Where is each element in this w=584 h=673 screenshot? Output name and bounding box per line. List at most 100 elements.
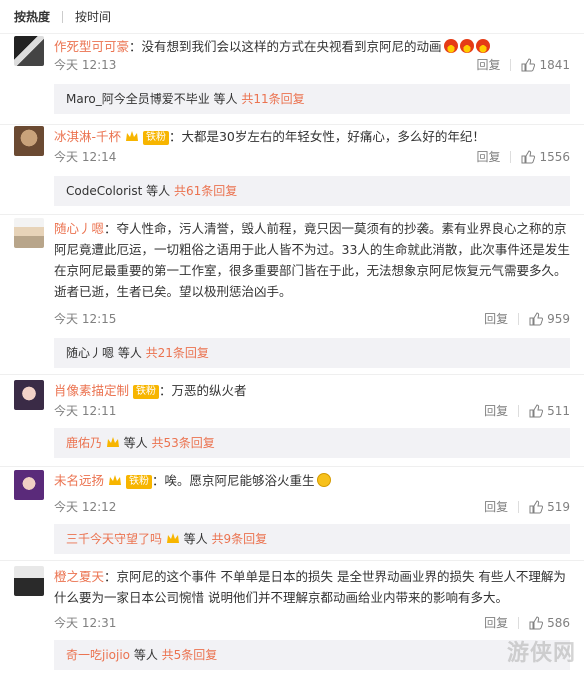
reply-username[interactable]: Maro_阿今全员博爱不毕业 — [66, 92, 210, 106]
sort-bar: 按热度 按时间 — [0, 0, 584, 34]
action-separator — [518, 500, 520, 513]
comment-username[interactable]: 未名远扬 — [54, 473, 104, 488]
comment-username[interactable]: 橙之夏天 — [54, 569, 104, 584]
like-button[interactable]: 511 — [529, 404, 570, 418]
comment-time: 今天 12:13 — [54, 58, 117, 72]
reply-etc: 等人 — [130, 648, 162, 662]
sad-face-emoji-icon — [316, 473, 331, 487]
action-separator — [518, 616, 520, 629]
reply-summary[interactable]: CodeColorist 等人 共61条回复 — [54, 176, 570, 206]
reply-username[interactable]: CodeColorist — [66, 184, 142, 198]
like-count: 586 — [547, 615, 570, 630]
avatar[interactable] — [14, 470, 44, 500]
crown-icon — [106, 437, 119, 447]
comment-text: ：唉。愿京阿尼能够浴火重生 — [151, 473, 315, 488]
comment-meta: 今天 12:14 回复 1556 — [54, 148, 570, 166]
fan-badge: 铁粉 — [142, 131, 169, 145]
thumbs-up-icon — [529, 615, 544, 629]
thumbs-up-icon — [529, 311, 544, 325]
like-count: 1556 — [539, 149, 570, 164]
comment-text: ：大都是30岁左右的年轻女性，好痛心，多么好的年纪！ — [168, 129, 485, 144]
reply-button[interactable]: 回复 — [484, 614, 508, 631]
comment-time: 今天 12:12 — [54, 500, 117, 514]
divider — [0, 124, 584, 125]
reply-total-link[interactable]: 共5条回复 — [162, 648, 218, 662]
reply-button[interactable]: 回复 — [484, 310, 508, 327]
reply-button[interactable]: 回复 — [484, 402, 508, 419]
fan-badge: 铁粉 — [125, 475, 152, 489]
action-separator — [510, 150, 512, 163]
like-button[interactable]: 1556 — [521, 150, 570, 164]
comment-username[interactable]: 作死型可可豪 — [54, 39, 129, 54]
comment-username[interactable]: 冰淇淋-千杯 — [54, 129, 121, 144]
like-count: 519 — [547, 499, 570, 514]
comment-time: 今天 12:15 — [54, 312, 117, 326]
avatar[interactable] — [14, 566, 44, 596]
reply-etc: 等人 — [114, 346, 146, 360]
reply-summary[interactable]: 随心丿嗯 等人 共21条回复 — [54, 338, 570, 368]
reply-etc: 等人 — [179, 532, 212, 546]
reply-total-link[interactable]: 共9条回复 — [211, 532, 267, 546]
reply-button[interactable]: 回复 — [476, 148, 500, 165]
action-separator — [518, 312, 520, 325]
sort-by-hot-tab[interactable]: 按热度 — [14, 8, 62, 25]
avatar[interactable] — [14, 36, 44, 66]
like-button[interactable]: 959 — [529, 312, 570, 326]
crown-icon — [109, 475, 121, 485]
site-watermark: 游侠网 — [506, 641, 576, 666]
like-count: 511 — [547, 403, 570, 418]
sort-by-time-tab[interactable]: 按时间 — [75, 8, 123, 25]
comment-time: 今天 12:31 — [54, 616, 117, 630]
avatar[interactable] — [14, 126, 44, 156]
reply-button[interactable]: 回复 — [476, 56, 500, 73]
reply-etc: 等人 — [209, 92, 242, 106]
reply-total-link[interactable]: 共11条回复 — [241, 92, 304, 106]
crown-icon — [126, 131, 138, 141]
thumbs-up-icon — [521, 149, 536, 163]
divider — [0, 466, 584, 467]
divider — [0, 560, 584, 561]
like-button[interactable]: 519 — [529, 500, 570, 514]
action-separator — [510, 58, 512, 71]
thumbs-up-icon — [521, 57, 536, 71]
reply-summary[interactable]: 三千今天守望了吗 等人 共9条回复 — [54, 524, 570, 554]
reply-summary[interactable]: Maro_阿今全员博爱不毕业 等人 共11条回复 — [54, 84, 570, 114]
avatar[interactable] — [14, 380, 44, 410]
comment-time: 今天 12:11 — [54, 404, 117, 418]
divider — [0, 214, 584, 215]
reply-username[interactable]: 鹿佑乃 — [66, 436, 102, 450]
action-separator — [518, 404, 520, 417]
comment-meta: 今天 12:11 回复 511 — [54, 402, 570, 420]
comment-text: ：京阿尼的这个事件 不单单是日本的损失 是全世界动画业界的损失 有些人不理解为什… — [54, 569, 566, 605]
sort-separator — [62, 10, 64, 23]
comment-meta: 今天 12:12 回复 519 — [54, 498, 570, 516]
reply-total-link[interactable]: 共53条回复 — [151, 436, 214, 450]
comment-meta: 今天 12:15 回复 959 — [54, 310, 570, 328]
comment-text: ：没有想到我们会以这样的方式在央视看到京阿尼的动画 — [129, 39, 442, 54]
reply-username[interactable]: 随心丿嗯 — [66, 346, 114, 360]
reply-summary[interactable]: 奇一吃jiojio 等人 共5条回复 — [54, 640, 570, 670]
fire-emoji-icon — [459, 39, 474, 53]
reply-username[interactable]: 奇一吃jiojio — [66, 648, 130, 662]
like-button[interactable]: 586 — [529, 616, 570, 630]
reply-summary[interactable]: 鹿佑乃 等人 共53条回复 — [54, 428, 570, 458]
like-button[interactable]: 1841 — [521, 58, 570, 72]
reply-total-link[interactable]: 共61条回复 — [174, 184, 237, 198]
comment-username[interactable]: 随心丿嗯 — [54, 221, 104, 236]
comment-meta: 今天 12:31 回复 586 — [54, 614, 570, 632]
fan-badge: 铁粉 — [133, 385, 159, 399]
reply-username[interactable]: 三千今天守望了吗 — [66, 532, 162, 546]
thumbs-up-icon — [529, 499, 544, 513]
fire-emoji-icon — [443, 39, 458, 53]
reply-total-link[interactable]: 共21条回复 — [146, 346, 209, 360]
fire-emoji-icon — [475, 39, 490, 53]
reply-etc: 等人 — [119, 436, 152, 450]
like-count: 959 — [547, 311, 570, 326]
comment-time: 今天 12:14 — [54, 150, 117, 164]
reply-button[interactable]: 回复 — [484, 498, 508, 515]
divider — [0, 374, 584, 375]
comment-username[interactable]: 肖像素描定制 — [54, 383, 129, 398]
avatar[interactable] — [14, 218, 44, 248]
comment-text: ：夺人性命，污人清誉，毁人前程，竟只因一莫须有的抄袭。素有业界良心之称的京阿尼竟… — [54, 221, 570, 299]
like-count: 1841 — [539, 57, 570, 72]
